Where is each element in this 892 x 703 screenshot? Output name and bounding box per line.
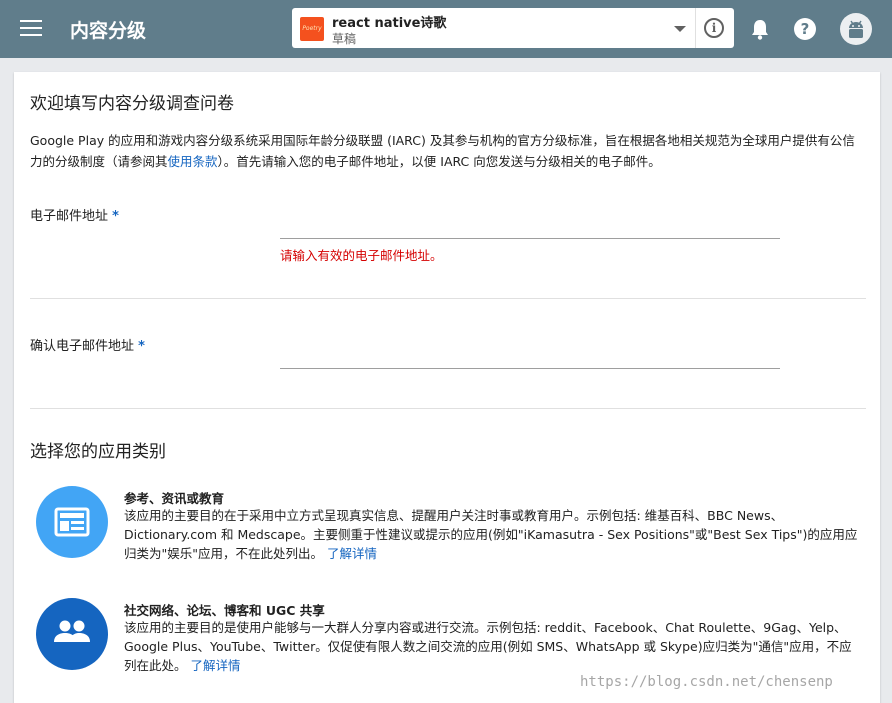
email-label: 电子邮件地址 * [30,209,119,224]
people-icon[interactable] [36,598,108,670]
section-title: 选择您的应用类别 [30,442,166,462]
intro-text-end: ）。首先请输入您的电子邮件地址，以便 IARC 向您发送与分级相关的电子邮件。 [217,154,661,169]
menu-icon[interactable] [20,20,42,38]
questionnaire-title: 欢迎填写内容分级调查问卷 [30,94,234,114]
category-description: 该应用的主要目的在于采用中立方式呈现真实信息、提醒用户关注时事或教育用户。示例包… [124,508,858,561]
app-name: react native诗歌 [332,16,447,31]
terms-link[interactable]: 使用条款 [168,154,218,169]
divider [30,408,866,409]
questionnaire-card: 欢迎填写内容分级调查问卷 Google Play 的应用和游戏内容分级系统采用国… [14,72,880,703]
required-mark: * [138,339,145,354]
intro-paragraph: Google Play 的应用和游戏内容分级系统采用国际年龄分级联盟 (IARC… [30,130,866,172]
page-title: 内容分级 [70,20,147,42]
required-mark: * [112,209,119,224]
learn-more-link[interactable]: 了解详情 [191,658,241,673]
top-app-bar: 内容分级 Poetry react native诗歌 草稿 i ? [0,0,892,58]
watermark: https://blog.csdn.net/chensenp [580,674,833,690]
email-input[interactable] [280,209,780,239]
info-icon[interactable]: i [704,18,724,38]
help-icon[interactable]: ? [794,18,816,40]
confirm-email-label: 确认电子邮件地址 * [30,339,145,354]
bell-icon[interactable] [750,18,770,40]
confirm-email-input[interactable] [280,339,780,369]
newspaper-icon[interactable] [36,486,108,558]
category-description: 该应用的主要目的是使用户能够与一大群人分享内容或进行交流。示例包括: reddi… [124,620,852,673]
category-title: 社交网络、论坛、博客和 UGC 共享 [124,603,325,618]
android-avatar-icon[interactable] [840,13,872,45]
app-thumbnail: Poetry [300,17,324,41]
app-selector[interactable]: Poetry react native诗歌 草稿 i [292,8,734,48]
email-error: 请输入有效的电子邮件地址。 [280,248,443,263]
learn-more-link[interactable]: 了解详情 [327,546,377,561]
selector-divider [695,8,696,48]
divider [30,298,866,299]
category-title: 参考、资讯或教育 [124,491,225,506]
dropdown-icon[interactable] [674,26,686,32]
app-status: 草稿 [332,32,357,46]
